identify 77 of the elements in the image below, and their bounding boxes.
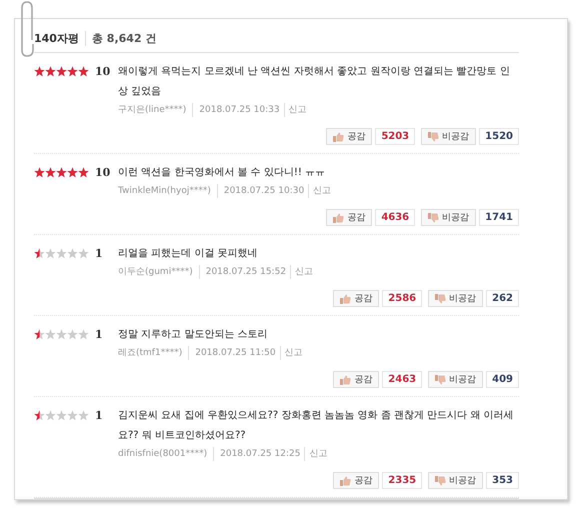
author-name: 이두순(gumi****)	[118, 265, 200, 279]
dislike-button[interactable]: 비공감	[421, 128, 476, 145]
star-icon	[56, 66, 67, 77]
star-icon	[78, 66, 89, 77]
review-text: 왜이렇게 욕먹는지 모르겠네 난 액션씬 자럿해서 좋았고 원작이랑 연결되는 빨간망토 인상 깊었음	[118, 65, 511, 99]
star-icon	[45, 248, 56, 259]
review-date: 2018.07.25 10:30	[224, 184, 310, 198]
author-name: 레죠(tmf1****)	[118, 346, 190, 360]
review-date: 2018.07.25 15:52	[206, 265, 292, 279]
like-button[interactable]: 공감	[326, 209, 372, 226]
dislike-count: 353	[486, 472, 519, 489]
like-count: 2335	[382, 472, 422, 489]
thumbs-up-icon	[333, 212, 344, 222]
star-icon	[56, 329, 67, 340]
author-name: TwinkleMin(hyoj****)	[118, 184, 218, 198]
dislike-count: 1520	[479, 128, 519, 145]
review-text: 리얼을 피했는데 이걸 못피했네	[118, 247, 259, 261]
review-text: 이런 액션을 한국영화에서 볼 수 있다니!! ㅠㅠ	[118, 166, 326, 180]
star-icon	[67, 329, 78, 340]
total-count: 총 8,642 건	[92, 31, 156, 46]
like-count: 4636	[375, 209, 416, 226]
thumbs-down-icon	[428, 212, 440, 222]
like-count: 5203	[375, 128, 416, 145]
score: 1	[95, 248, 103, 260]
review-date: 2018.07.25 10:33	[199, 103, 285, 117]
score: 10	[95, 66, 110, 78]
star-icon	[78, 167, 89, 178]
star-icon	[45, 167, 56, 178]
star-icon	[45, 410, 56, 421]
star-icon	[78, 248, 89, 259]
like-button[interactable]: 공감	[333, 371, 380, 388]
dislike-count: 262	[486, 290, 519, 307]
thumbs-down-icon	[428, 132, 440, 142]
star-icon	[34, 248, 45, 259]
dislike-button[interactable]: 비공감	[428, 371, 484, 388]
score: 10	[95, 167, 110, 179]
score: 1	[95, 410, 103, 422]
dislike-button[interactable]: 비공감	[428, 472, 484, 489]
star-icon	[56, 248, 67, 259]
review-text: 정말 지루하고 말도안되는 스토리	[118, 328, 269, 342]
thumbs-up-icon	[333, 132, 344, 142]
author-name: difnisfnie(8001****)	[118, 447, 214, 461]
like-button[interactable]: 공감	[326, 128, 372, 145]
star-icon	[67, 66, 78, 77]
review-date: 2018.07.25 12:25	[220, 447, 306, 461]
star-icon	[56, 167, 67, 178]
author-name: 구지은(line****)	[118, 103, 194, 117]
score: 1	[95, 329, 103, 341]
star-icon	[67, 410, 78, 421]
star-icon	[78, 329, 89, 340]
like-button[interactable]: 공감	[333, 290, 380, 307]
dislike-button[interactable]: 비공감	[428, 290, 484, 307]
thumbs-up-icon	[340, 476, 352, 486]
review-date: 2018.07.25 11:50	[195, 346, 281, 360]
star-icon	[34, 167, 45, 178]
review-text: 김지운씨 요새 집에 우환있으세요?? 장화홍련 놈놈놈 영화 좀 괜찮게 만드시다 왜 이러세요?? 뭐 비트코인하셨어요??	[118, 409, 515, 443]
star-icon	[67, 167, 78, 178]
like-count: 2463	[382, 371, 422, 388]
dislike-button[interactable]: 비공감	[421, 209, 476, 226]
star-icon	[67, 248, 78, 259]
star-icon	[78, 410, 89, 421]
star-icon	[34, 329, 45, 340]
thumbs-down-icon	[435, 476, 446, 486]
dislike-count: 409	[486, 371, 519, 388]
star-icon	[45, 329, 56, 340]
thumbs-up-icon	[340, 294, 352, 304]
like-count: 2586	[382, 290, 422, 307]
section-title: 140자평	[34, 31, 86, 46]
star-icon	[34, 410, 45, 421]
thumbs-up-icon	[340, 374, 352, 384]
star-icon	[34, 66, 45, 77]
star-icon	[45, 66, 56, 77]
thumbs-down-icon	[435, 294, 446, 304]
like-button[interactable]: 공감	[333, 472, 380, 489]
star-icon	[56, 410, 67, 421]
dislike-count: 1741	[479, 209, 519, 226]
thumbs-down-icon	[435, 374, 446, 384]
